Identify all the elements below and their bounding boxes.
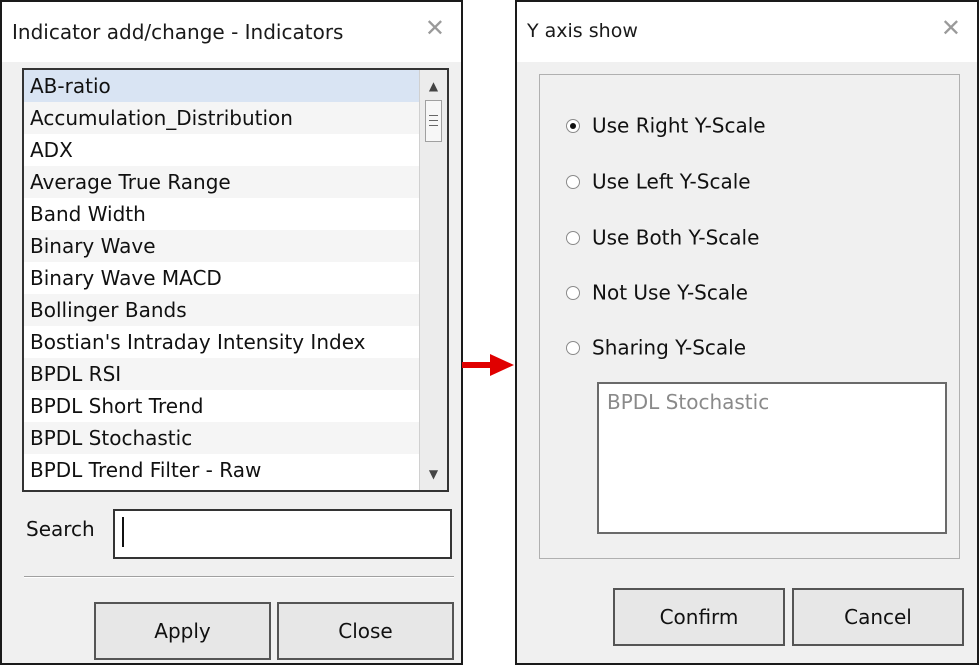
indicator-list[interactable]: AB-ratio Accumulation_Distribution ADX A…	[22, 68, 449, 492]
y-axis-dialog: Y axis show ✕ Use Right Y-Scale Use Left…	[515, 0, 979, 665]
radio-use-left[interactable]: Use Left Y-Scale	[566, 168, 751, 198]
close-button[interactable]: Close	[277, 602, 454, 660]
radio-use-both[interactable]: Use Both Y-Scale	[566, 224, 759, 254]
separator	[24, 576, 454, 578]
list-item[interactable]: Band Width	[24, 198, 420, 230]
sharing-scale-list[interactable]: BPDL Stochastic	[597, 382, 947, 534]
scroll-up-arrow-icon[interactable]: ▲	[420, 76, 447, 96]
title-bar: Indicator add/change - Indicators ✕	[2, 2, 461, 62]
indicator-dialog: Indicator add/change - Indicators ✕ AB-r…	[0, 0, 463, 665]
list-item[interactable]: BPDL Trend Filter - Raw	[24, 454, 420, 486]
list-item[interactable]: BPDL Stochastic	[24, 422, 420, 454]
radio-button[interactable]	[566, 230, 580, 245]
scroll-thumb[interactable]	[425, 100, 442, 142]
dialog-title: Y axis show	[527, 20, 638, 42]
list-item[interactable]: Accumulation_Distribution	[24, 102, 420, 134]
radio-button[interactable]	[566, 285, 580, 300]
radio-button[interactable]	[566, 174, 580, 189]
apply-button[interactable]: Apply	[94, 602, 271, 660]
radio-button[interactable]	[566, 340, 580, 355]
text-caret	[122, 517, 124, 547]
list-item[interactable]: Binary Wave MACD	[24, 262, 420, 294]
radio-label: Sharing Y-Scale	[592, 335, 747, 360]
dialog-title: Indicator add/change - Indicators	[12, 20, 344, 44]
list-item[interactable]: AB-ratio	[24, 70, 420, 102]
search-label: Search	[26, 517, 95, 541]
list-item[interactable]: Average True Range	[24, 166, 420, 198]
cancel-button[interactable]: Cancel	[792, 588, 964, 646]
list-item[interactable]: Binary Wave	[24, 230, 420, 262]
close-icon[interactable]: ✕	[425, 16, 445, 40]
list-item[interactable]: ADX	[24, 134, 420, 166]
radio-label: Use Both Y-Scale	[592, 225, 760, 250]
confirm-button[interactable]: Confirm	[613, 588, 785, 646]
search-input[interactable]	[113, 509, 452, 559]
red-arrow-icon	[462, 354, 514, 376]
list-item[interactable]: BPDL RSI	[24, 358, 420, 390]
title-bar: Y axis show ✕	[517, 2, 977, 62]
radio-label: Not Use Y-Scale	[592, 280, 748, 305]
close-icon[interactable]: ✕	[941, 16, 961, 40]
vertical-scrollbar[interactable]: ▲ ▼	[419, 70, 447, 490]
radio-use-right[interactable]: Use Right Y-Scale	[566, 112, 766, 142]
scroll-down-arrow-icon[interactable]: ▼	[420, 464, 447, 484]
radio-not-use[interactable]: Not Use Y-Scale	[566, 279, 748, 309]
radio-button[interactable]	[566, 118, 580, 133]
list-item[interactable]: Bollinger Bands	[24, 294, 420, 326]
list-item[interactable]: BPDL Short Trend	[24, 390, 420, 422]
radio-sharing[interactable]: Sharing Y-Scale	[566, 334, 746, 364]
list-item[interactable]: Bostian's Intraday Intensity Index	[24, 326, 420, 358]
list-item[interactable]: BPDL Stochastic	[607, 390, 937, 414]
radio-label: Use Left Y-Scale	[592, 169, 751, 194]
radio-label: Use Right Y-Scale	[592, 113, 766, 138]
